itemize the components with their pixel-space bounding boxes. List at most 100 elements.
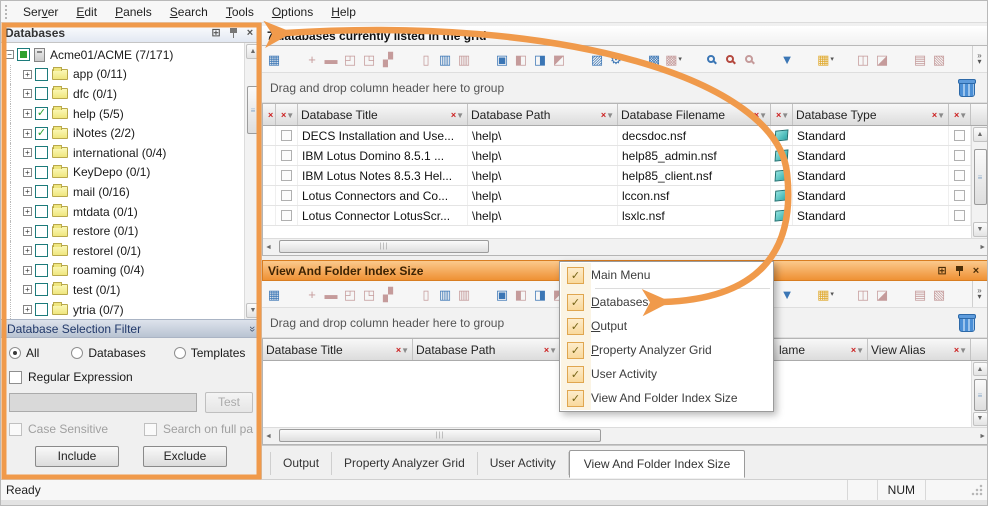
- toolbar-icon[interactable]: ◪: [873, 285, 892, 303]
- scroll-down-icon[interactable]: ▼: [246, 303, 261, 318]
- header-database-filename[interactable]: Database Filename: [618, 104, 771, 125]
- toolbar-icon[interactable]: ▦: [265, 50, 284, 68]
- tree-item-checkbox[interactable]: [35, 264, 48, 277]
- expand-icon[interactable]: +: [23, 70, 32, 79]
- expand-icon[interactable]: +: [23, 109, 32, 118]
- header-flag-col[interactable]: [949, 104, 971, 125]
- toolbar-icon[interactable]: [797, 50, 816, 68]
- filter-icon[interactable]: [451, 110, 464, 120]
- expand-icon[interactable]: +: [23, 227, 32, 236]
- toolbar-icon[interactable]: ⚙: [607, 50, 626, 68]
- tree-item-checkbox[interactable]: [35, 205, 48, 218]
- close-icon[interactable]: ×: [243, 26, 257, 39]
- header-icon-col[interactable]: [771, 104, 793, 125]
- header-name-partial[interactable]: lame: [776, 339, 868, 360]
- filter-icon[interactable]: [932, 110, 945, 120]
- toolbar-icon[interactable]: [284, 285, 303, 303]
- toolbar-icon[interactable]: [474, 50, 493, 68]
- expand-icon[interactable]: +: [23, 207, 32, 216]
- header-database-title[interactable]: Database Title: [263, 339, 413, 360]
- expand-icon[interactable]: +: [23, 187, 32, 196]
- scroll-left-icon[interactable]: ◄: [265, 433, 272, 440]
- table-row[interactable]: Lotus Connector LotusScr... \help\ lsxlc…: [263, 206, 971, 226]
- float-panel-icon[interactable]: ⊞: [935, 264, 949, 277]
- toolbar-icon[interactable]: [721, 50, 740, 68]
- toolbar-icon[interactable]: [284, 50, 303, 68]
- toolbar-icon[interactable]: ▣: [493, 285, 512, 303]
- toolbar-icon[interactable]: ▥: [455, 285, 474, 303]
- toolbar-icon[interactable]: +: [303, 285, 322, 303]
- toolbar-icon[interactable]: ▞: [379, 285, 398, 303]
- tab-output[interactable]: Output: [270, 452, 332, 475]
- tree-item-checkbox[interactable]: [35, 68, 48, 81]
- toolbar-overflow-icon[interactable]: »▾: [972, 281, 986, 307]
- filter-icon[interactable]: [268, 110, 276, 120]
- tab-view-and-folder-index-size[interactable]: View And Folder Index Size: [569, 450, 746, 478]
- filter-icon[interactable]: [954, 345, 967, 355]
- toolbar-icon[interactable]: [740, 50, 759, 68]
- grid-vertical-scrollbar[interactable]: ▲ ≡ ▼: [971, 361, 988, 427]
- table-row[interactable]: DECS Installation and Use... \help\ decs…: [263, 126, 971, 146]
- tree-item[interactable]: + app (0/11): [5, 65, 244, 85]
- filter-icon[interactable]: [954, 110, 967, 120]
- header-database-type[interactable]: Database Type: [793, 104, 949, 125]
- toolbar-icon[interactable]: ▬: [322, 285, 341, 303]
- toolbar-icon[interactable]: ◳: [360, 50, 379, 68]
- tree-item[interactable]: + ✓ iNotes (2/2): [5, 123, 244, 143]
- toolbar-icon[interactable]: [398, 50, 417, 68]
- tree-item[interactable]: + international (0/4): [5, 143, 244, 163]
- filter-icon[interactable]: [754, 110, 767, 120]
- tree-item-checkbox[interactable]: [35, 146, 48, 159]
- toolbar-icon[interactable]: ▥: [455, 50, 474, 68]
- header-database-path[interactable]: Database Path: [413, 339, 561, 360]
- row-checkbox[interactable]: [281, 210, 292, 221]
- toolbar-icon[interactable]: [398, 285, 417, 303]
- case-sensitive-checkbox[interactable]: [9, 423, 22, 436]
- toolbar-icon[interactable]: ▦▾: [816, 50, 835, 68]
- toolbar-icon[interactable]: [835, 285, 854, 303]
- table-row[interactable]: Lotus Connectors and Co... \help\ lccon.…: [263, 186, 971, 206]
- toolbar-icon[interactable]: ◨: [531, 285, 550, 303]
- header-checkbox-col[interactable]: [276, 104, 298, 125]
- scrollbar-thumb[interactable]: |||: [279, 240, 489, 253]
- header-database-path[interactable]: Database Path: [468, 104, 618, 125]
- expand-icon[interactable]: +: [23, 246, 32, 255]
- toolbar-icon[interactable]: ▯: [417, 285, 436, 303]
- filter-icon[interactable]: [851, 345, 864, 355]
- row-flag-checkbox[interactable]: [954, 190, 965, 201]
- tree-item-checkbox[interactable]: [35, 87, 48, 100]
- checked-checkbox[interactable]: ✓: [567, 318, 584, 335]
- expand-icon[interactable]: +: [23, 89, 32, 98]
- tree-item-checkbox[interactable]: [35, 283, 48, 296]
- toolbar-icon[interactable]: [892, 50, 911, 68]
- include-button[interactable]: Include: [35, 446, 119, 467]
- row-checkbox[interactable]: [281, 190, 292, 201]
- tree-item[interactable]: + roaming (0/4): [5, 261, 244, 281]
- menu-item-user-activity[interactable]: ✓ User Activity: [561, 362, 772, 386]
- radio-all[interactable]: [9, 347, 21, 359]
- full-path-checkbox[interactable]: [144, 423, 157, 436]
- grid-horizontal-scrollbar[interactable]: ◄ ||| ►: [263, 238, 988, 255]
- toolbar-icon[interactable]: ▦: [265, 285, 284, 303]
- header-select-col[interactable]: [263, 104, 276, 125]
- toolbar-icon[interactable]: ▩: [645, 50, 664, 68]
- filter-icon[interactable]: [544, 345, 557, 355]
- resize-grip[interactable]: [971, 484, 984, 497]
- float-panel-icon[interactable]: ⊞: [209, 26, 223, 39]
- checked-checkbox[interactable]: ✓: [567, 342, 584, 359]
- scroll-up-icon[interactable]: ▲: [246, 44, 261, 59]
- tree-item-checkbox[interactable]: [35, 225, 48, 238]
- menu-item[interactable]: Search: [161, 3, 217, 21]
- toolbar-icon[interactable]: ▥: [436, 285, 455, 303]
- toolbar-icon[interactable]: [474, 285, 493, 303]
- tree-item-checkbox[interactable]: [35, 303, 48, 316]
- menu-item[interactable]: Options: [263, 3, 322, 21]
- tree-item[interactable]: + restorel (0/1): [5, 241, 244, 261]
- menu-item-view-and-folder-index-size[interactable]: ✓ View And Folder Index Size: [561, 386, 772, 410]
- radio-databases[interactable]: [71, 347, 83, 359]
- toolbar-icon[interactable]: ▧: [930, 50, 949, 68]
- expand-icon[interactable]: +: [23, 148, 32, 157]
- expand-icon[interactable]: +: [23, 285, 32, 294]
- row-checkbox[interactable]: [281, 150, 292, 161]
- tree-server-row[interactable]: − Acme01/ACME (7/171): [5, 45, 244, 65]
